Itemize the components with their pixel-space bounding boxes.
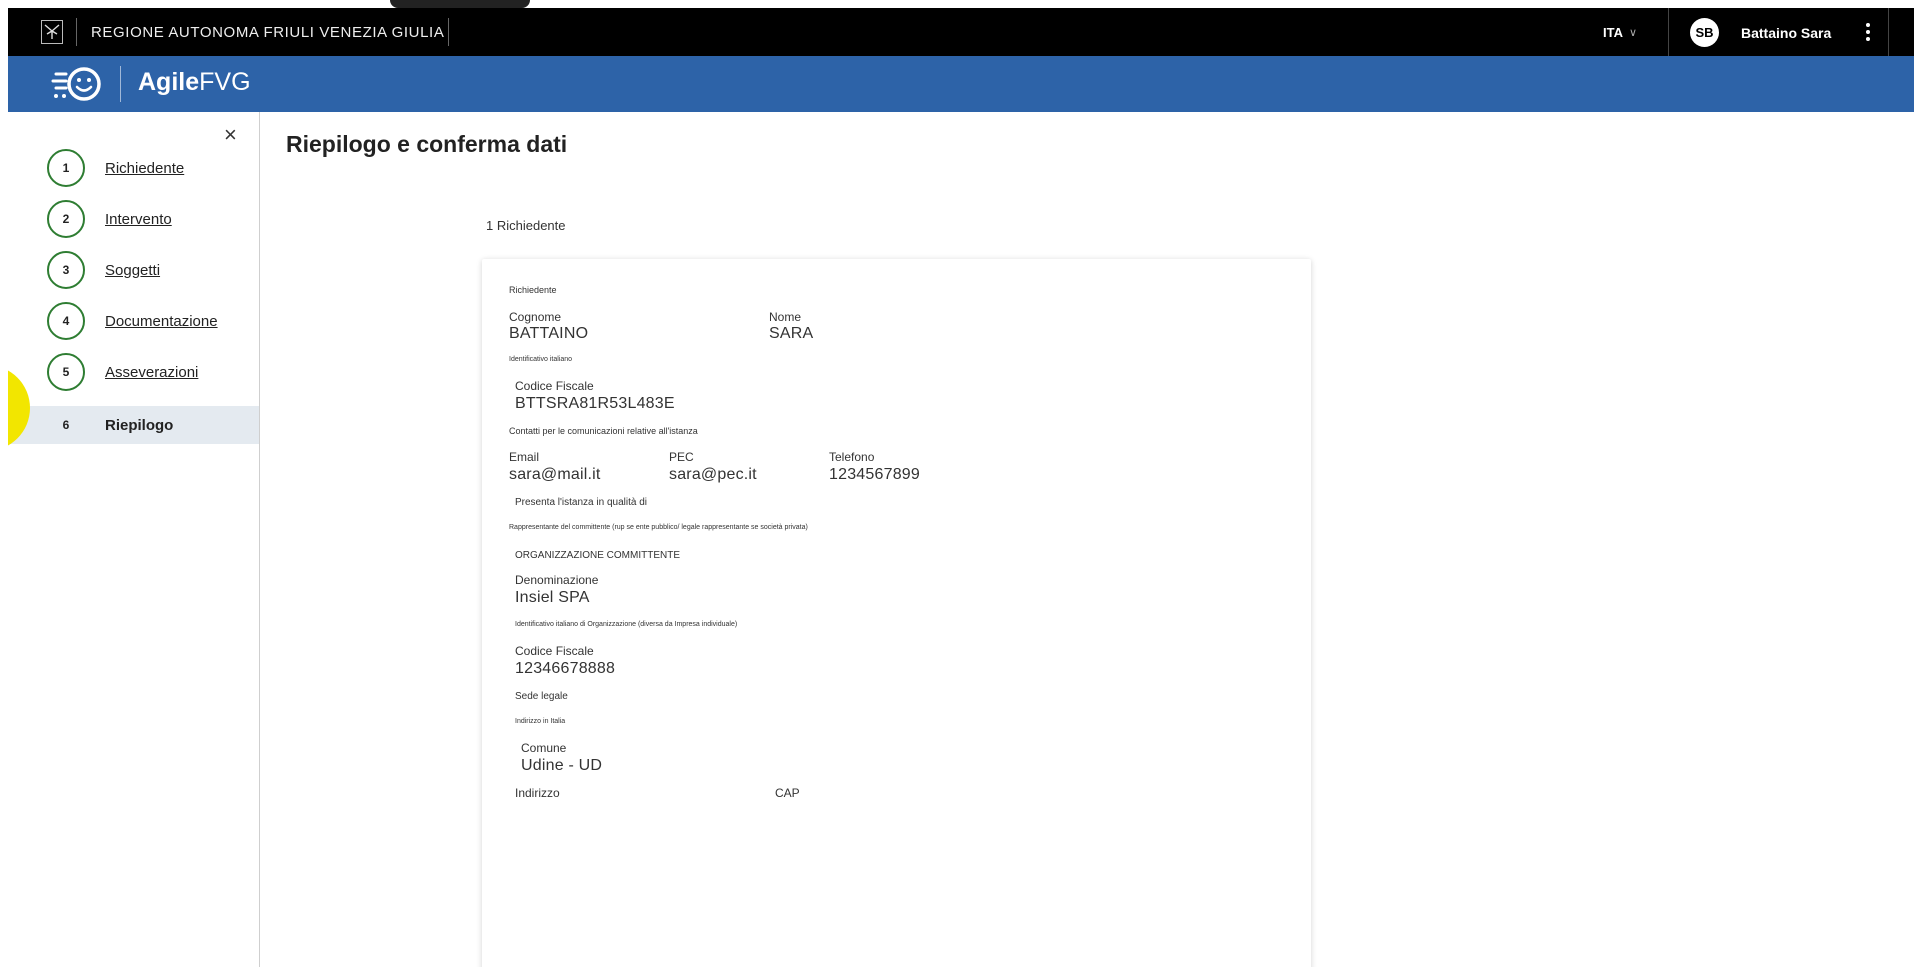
sede-legale-label: Sede legale <box>515 691 568 702</box>
step-label[interactable]: Richiedente <box>105 160 184 177</box>
app-header: AgileFVG <box>8 56 1914 112</box>
qualita-label: Presenta l'istanza in qualità di <box>515 497 647 508</box>
close-icon[interactable]: × <box>224 122 237 148</box>
cap-label: CAP <box>775 786 800 800</box>
language-label: ITA <box>1603 25 1623 40</box>
step-riepilogo[interactable]: 6 Riepilogo <box>8 406 259 444</box>
step-documentazione[interactable]: 4 Documentazione <box>8 302 259 340</box>
email-label: Email <box>509 450 540 464</box>
user-name[interactable]: Battaino Sara <box>1741 25 1831 41</box>
codice-fiscale-label: Codice Fiscale <box>515 379 594 393</box>
stepper-sidebar: × 1 Richiedente 2 Intervento 3 Soggetti … <box>8 112 260 967</box>
denominazione-value: Insiel SPA <box>515 589 590 606</box>
region-name-link[interactable]: REGIONE AUTONOMA FRIULI VENEZIA GIULIA <box>91 24 444 41</box>
avatar[interactable]: SB <box>1690 18 1719 47</box>
telefono-value: 1234567899 <box>829 466 920 483</box>
comune-label: Comune <box>521 741 567 755</box>
telefono-label: Telefono <box>829 450 875 464</box>
step-number: 6 <box>62 418 70 432</box>
nome-label: Nome <box>769 310 802 324</box>
email-value: sara@mail.it <box>509 466 601 483</box>
section-title: 1 Richiedente <box>486 218 566 233</box>
summary-card: Richiedente Cognome BATTAINO Nome SARA I… <box>482 259 1311 967</box>
denominazione-label: Denominazione <box>515 573 599 587</box>
pec-label: PEC <box>669 450 694 464</box>
region-eagle-icon <box>41 20 63 44</box>
identificativo-label: Identificativo italiano <box>509 356 573 363</box>
top-strip <box>0 0 1914 8</box>
step-label[interactable]: Documentazione <box>105 313 218 330</box>
page-title: Riepilogo e conferma dati <box>286 131 568 157</box>
cropped-heading-fragment <box>390 0 530 8</box>
topbar-divider <box>1668 8 1669 56</box>
org-heading: ORGANIZZAZIONE COMMITTENTE <box>515 550 680 561</box>
step-number: 5 <box>47 353 85 391</box>
card-heading: Richiedente <box>509 285 557 295</box>
region-topbar: REGIONE AUTONOMA FRIULI VENEZIA GIULIA I… <box>8 8 1914 56</box>
topbar-divider <box>1888 8 1889 56</box>
step-intervento[interactable]: 2 Intervento <box>8 200 259 238</box>
agilefvg-logo-icon[interactable] <box>50 60 106 108</box>
step-label[interactable]: Intervento <box>105 211 172 228</box>
org-identificativo-label: Identificativo italiano di Organizzazion… <box>515 621 738 628</box>
step-number: 4 <box>47 302 85 340</box>
indirizzo-italia-label: Indirizzo in Italia <box>515 718 566 725</box>
indirizzo-label: Indirizzo <box>515 786 560 800</box>
step-richiedente[interactable]: 1 Richiedente <box>8 149 259 187</box>
step-label: Riepilogo <box>105 416 174 434</box>
step-label[interactable]: Asseverazioni <box>105 364 198 381</box>
codice-fiscale-value: BTTSRA81R53L483E <box>515 395 675 412</box>
app-logo-text[interactable]: AgileFVG <box>138 68 251 97</box>
app-frame: REGIONE AUTONOMA FRIULI VENEZIA GIULIA I… <box>8 8 1914 967</box>
language-selector[interactable]: ITA ∨ <box>1603 25 1637 40</box>
more-options-icon[interactable] <box>1862 20 1874 44</box>
qualita-value: Rappresentante del committente (rup se e… <box>509 524 808 531</box>
comune-value: Udine - UD <box>521 757 603 774</box>
step-number: 2 <box>47 200 85 238</box>
topbar-divider <box>76 18 77 46</box>
nome-value: SARA <box>769 325 814 342</box>
org-codice-fiscale-value: 12346678888 <box>515 660 616 677</box>
step-soggetti[interactable]: 3 Soggetti <box>8 251 259 289</box>
cognome-label: Cognome <box>509 310 562 324</box>
step-asseverazioni[interactable]: 5 Asseverazioni <box>8 353 259 391</box>
topbar-divider <box>448 18 449 46</box>
cognome-value: BATTAINO <box>509 325 589 342</box>
pec-value: sara@pec.it <box>669 466 757 483</box>
contatti-label: Contatti per le comunicazioni relative a… <box>509 426 698 436</box>
chevron-down-icon: ∨ <box>1628 27 1638 39</box>
org-codice-fiscale-label: Codice Fiscale <box>515 644 594 658</box>
step-number: 1 <box>47 149 85 187</box>
step-number: 3 <box>47 251 85 289</box>
logo-divider <box>120 66 121 102</box>
step-label[interactable]: Soggetti <box>105 262 160 279</box>
